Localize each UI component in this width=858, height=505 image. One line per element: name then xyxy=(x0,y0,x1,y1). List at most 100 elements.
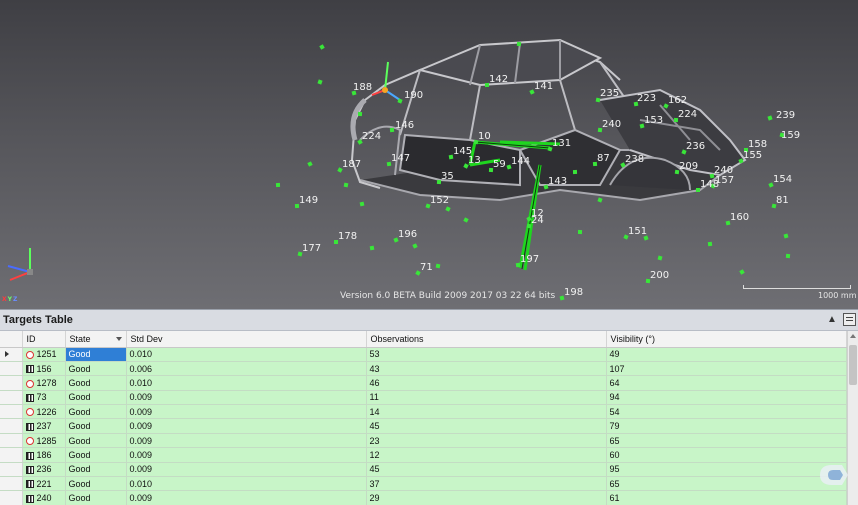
cell-state[interactable]: Good xyxy=(65,347,127,362)
cell-state[interactable]: Good xyxy=(65,418,127,434)
column-header-id[interactable]: ID xyxy=(22,331,66,348)
cell-id[interactable]: 237 xyxy=(22,418,66,434)
target-marker[interactable] xyxy=(343,182,349,188)
target-marker[interactable] xyxy=(307,161,313,167)
panel-menu-icon[interactable] xyxy=(843,313,856,326)
column-header-state[interactable]: State xyxy=(65,331,127,348)
cell-id[interactable]: 186 xyxy=(22,447,66,463)
target-marker[interactable] xyxy=(445,206,451,212)
cell-id[interactable]: 1251 xyxy=(22,347,66,362)
table-row[interactable]: 1278 Good 0.010 46 64 xyxy=(0,375,847,391)
column-header-visibility[interactable]: Visibility (°) xyxy=(606,331,847,348)
target-marker[interactable] xyxy=(357,111,363,117)
row-header[interactable] xyxy=(0,390,23,406)
cell-std-dev[interactable]: 0.009 xyxy=(126,490,367,505)
table-row[interactable]: 236 Good 0.009 45 95 xyxy=(0,462,847,478)
cell-visibility[interactable]: 54 xyxy=(606,404,847,420)
target-marker[interactable] xyxy=(389,127,395,133)
target-marker[interactable] xyxy=(739,269,745,275)
cell-id[interactable]: 236 xyxy=(22,462,66,478)
cell-observations[interactable]: 45 xyxy=(366,418,607,434)
cell-id[interactable]: 221 xyxy=(22,476,66,492)
cell-std-dev[interactable]: 0.010 xyxy=(126,375,367,391)
cell-std-dev[interactable]: 0.006 xyxy=(126,361,367,377)
cell-state[interactable]: Good xyxy=(65,490,127,505)
target-marker[interactable] xyxy=(577,229,583,235)
cell-observations[interactable]: 29 xyxy=(366,490,607,505)
cell-observations[interactable]: 53 xyxy=(366,347,607,362)
targets-table-container[interactable]: ID State Std Dev Observations Visibility… xyxy=(0,331,858,505)
cell-visibility[interactable]: 107 xyxy=(606,361,847,377)
target-marker[interactable] xyxy=(435,263,441,269)
car-body-model-scene[interactable]: 188 190 142 141 235 223 162 224 239 159 146 224 240 1… xyxy=(0,0,858,309)
cell-id[interactable]: 1278 xyxy=(22,375,66,391)
cell-std-dev[interactable]: 0.009 xyxy=(126,404,367,420)
cell-state[interactable]: Good xyxy=(65,433,127,449)
target-marker[interactable] xyxy=(359,201,365,207)
table-row[interactable]: 221 Good 0.010 37 65 xyxy=(0,476,847,492)
cell-std-dev[interactable]: 0.009 xyxy=(126,418,367,434)
cell-observations[interactable]: 14 xyxy=(366,404,607,420)
cell-std-dev[interactable]: 0.009 xyxy=(126,390,367,406)
cell-visibility[interactable]: 79 xyxy=(606,418,847,434)
cell-visibility[interactable]: 65 xyxy=(606,433,847,449)
row-header[interactable] xyxy=(0,418,23,434)
cell-id[interactable]: 156 xyxy=(22,361,66,377)
cell-state[interactable]: Good xyxy=(65,462,127,478)
target-marker[interactable] xyxy=(785,253,791,259)
cell-std-dev[interactable]: 0.009 xyxy=(126,433,367,449)
target-marker[interactable] xyxy=(516,41,522,47)
row-header[interactable] xyxy=(0,375,23,391)
table-row[interactable]: 240 Good 0.009 29 61 xyxy=(0,490,847,505)
row-header[interactable] xyxy=(0,404,23,420)
chevron-up-icon[interactable]: ▲ xyxy=(825,313,839,327)
row-header[interactable] xyxy=(0,462,23,478)
target-marker[interactable] xyxy=(319,44,325,50)
row-header[interactable] xyxy=(0,447,23,463)
target-marker[interactable] xyxy=(463,217,469,223)
column-header-observations[interactable]: Observations xyxy=(366,331,607,348)
cell-visibility[interactable]: 94 xyxy=(606,390,847,406)
table-row[interactable]: 73 Good 0.009 11 94 xyxy=(0,390,847,406)
target-marker[interactable] xyxy=(317,79,323,85)
table-row[interactable]: 156 Good 0.006 43 107 xyxy=(0,361,847,377)
target-marker[interactable] xyxy=(767,115,773,121)
cell-visibility[interactable]: 60 xyxy=(606,447,847,463)
cell-observations[interactable]: 12 xyxy=(366,447,607,463)
cell-state[interactable]: Good xyxy=(65,390,127,406)
cell-id[interactable]: 1226 xyxy=(22,404,66,420)
target-marker[interactable] xyxy=(707,241,713,247)
target-marker[interactable] xyxy=(597,197,603,203)
target-marker[interactable] xyxy=(412,243,418,249)
table-row[interactable]: 186 Good 0.009 12 60 xyxy=(0,447,847,463)
cell-observations[interactable]: 37 xyxy=(366,476,607,492)
cell-std-dev[interactable]: 0.010 xyxy=(126,347,367,362)
target-marker[interactable] xyxy=(369,245,375,251)
table-row[interactable]: 1226 Good 0.009 14 54 xyxy=(0,404,847,420)
cell-state[interactable]: Good xyxy=(65,375,127,391)
target-marker[interactable] xyxy=(275,182,281,188)
scrollbar-thumb[interactable] xyxy=(849,345,857,385)
cell-state[interactable]: Good xyxy=(65,447,127,463)
cell-id[interactable]: 240 xyxy=(22,490,66,505)
cell-state[interactable]: Good xyxy=(65,361,127,377)
row-header[interactable] xyxy=(0,476,23,492)
cell-std-dev[interactable]: 0.010 xyxy=(126,476,367,492)
cell-visibility[interactable]: 65 xyxy=(606,476,847,492)
cell-state[interactable]: Good xyxy=(65,404,127,420)
table-row[interactable]: 237 Good 0.009 45 79 xyxy=(0,418,847,434)
row-header[interactable] xyxy=(0,361,23,377)
cell-visibility[interactable]: 95 xyxy=(606,462,847,478)
3d-viewport[interactable]: 188 190 142 141 235 223 162 224 239 159 146 224 240 1… xyxy=(0,0,858,309)
cell-std-dev[interactable]: 0.009 xyxy=(126,447,367,463)
scroll-up-icon[interactable] xyxy=(850,334,856,338)
cell-visibility[interactable]: 61 xyxy=(606,490,847,505)
table-row[interactable]: 1285 Good 0.009 23 65 xyxy=(0,433,847,449)
target-marker[interactable] xyxy=(572,169,578,175)
cell-id[interactable]: 73 xyxy=(22,390,66,406)
cell-id[interactable]: 1285 xyxy=(22,433,66,449)
cell-state[interactable]: Good xyxy=(65,476,127,492)
target-marker[interactable] xyxy=(783,233,789,239)
column-header-std-dev[interactable]: Std Dev xyxy=(126,331,367,348)
target-marker[interactable] xyxy=(657,255,663,261)
